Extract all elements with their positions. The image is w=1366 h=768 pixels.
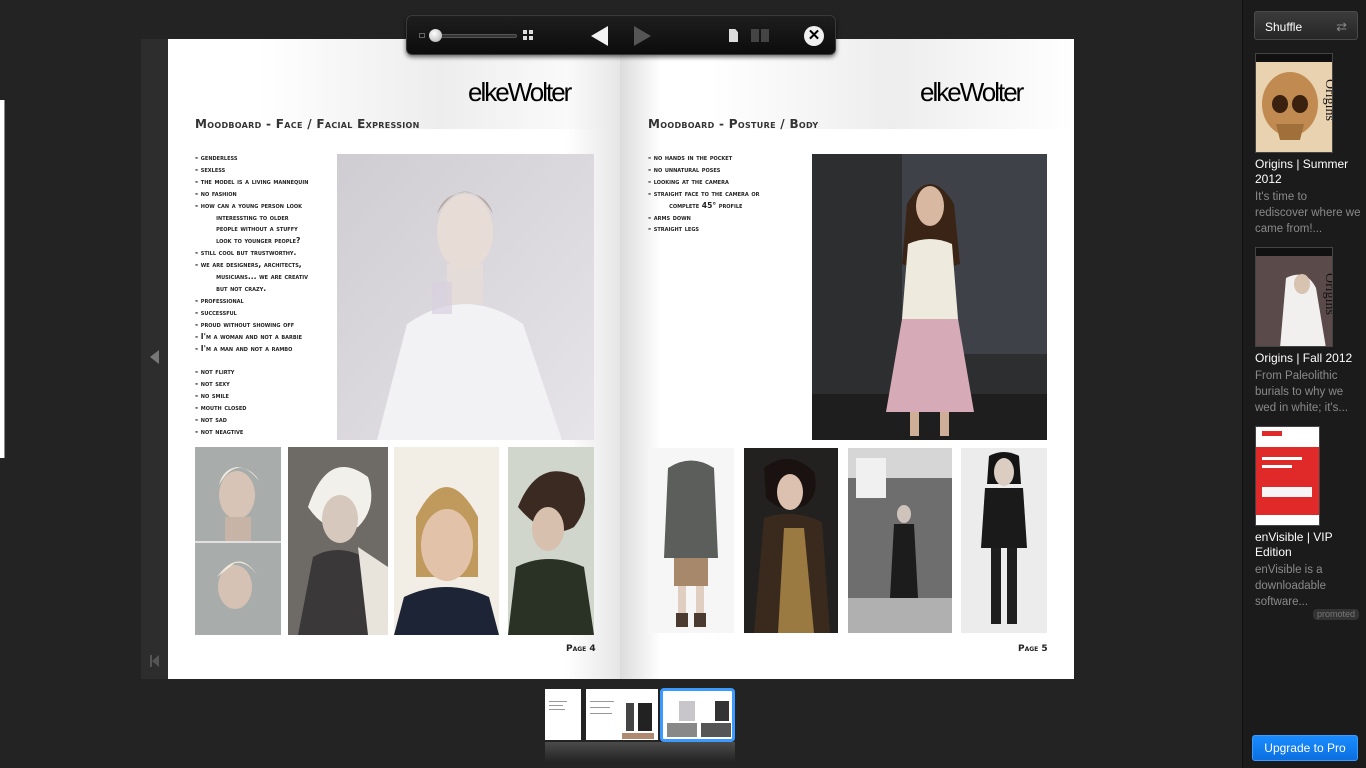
close-button[interactable]: ✕ [804, 26, 824, 46]
publication-title: enVisible | VIP Edition [1255, 530, 1333, 559]
bullet-item: - not sad [195, 414, 227, 424]
coat-photo [648, 448, 734, 633]
related-publications-sidebar: Shuffle ⇄ Origins Origins | Summer 2012 … [1242, 0, 1366, 768]
svg-text:Origins: Origins [1322, 273, 1333, 315]
publication-description: enVisible is a downloadable software... [1255, 564, 1326, 608]
bullet-item: - I'm a woman and not a barbie [195, 331, 302, 341]
model-photo [508, 447, 594, 635]
page-thumbnail-active[interactable] [660, 688, 735, 742]
page-logo: elkeWolter [468, 77, 572, 107]
publication-cover: Origins [1255, 247, 1333, 347]
bullet-item: - the model is a living mannequin [195, 176, 309, 186]
previous-document-edge [0, 100, 5, 458]
black-outfit-photo [961, 448, 1047, 633]
promoted-badge: promoted [1313, 609, 1360, 620]
bullet-item: interessting to older [195, 212, 289, 222]
bullet-item: - no smile [195, 391, 229, 401]
zoom-in-icon[interactable] [523, 30, 534, 41]
bullet-item: - sexless [195, 164, 226, 174]
portrait-photo [337, 154, 594, 440]
publication-title: Origins | Fall 2012 [1255, 351, 1353, 365]
street-photo [848, 448, 952, 633]
single-page-view-icon[interactable] [729, 29, 738, 42]
bullet-item: - how can a young person look [195, 200, 302, 210]
publication-cover [1255, 426, 1320, 526]
shuffle-button[interactable]: Shuffle ⇄ [1254, 11, 1358, 40]
page-logo: elkeWolter [920, 77, 1024, 107]
svg-text:Origins: Origins [1322, 79, 1333, 121]
page-left: elkeWolter Moodboard - Face / Facial Exp… [168, 39, 620, 679]
bullet-item: - proud without showing off [195, 319, 295, 329]
bullet-item: - no fashion [195, 188, 237, 198]
bullet-item: - not neagtive [195, 426, 244, 436]
page-title: Moodboard - Face / Facial Expression [195, 117, 420, 131]
model-photo [394, 447, 499, 635]
bullet-item [195, 354, 308, 366]
evening-dress-photo [744, 448, 838, 633]
page-number: Page 4 [566, 644, 596, 654]
bullet-item: - not flirty [195, 367, 235, 377]
model-full-body-photo [812, 154, 1047, 440]
upgrade-to-pro-button[interactable]: Upgrade to Pro [1252, 735, 1358, 761]
double-page-view-icon[interactable] [751, 29, 769, 42]
publication-card[interactable]: Origins Origins | Summer 2012 It's time … [1255, 53, 1363, 237]
page-number: Page 5 [1018, 644, 1048, 654]
first-page-icon[interactable] [150, 655, 160, 667]
bullet-item: - successful [195, 307, 237, 317]
previous-page-button[interactable] [591, 26, 608, 46]
publication-description: It's time to rediscover where we came fr… [1255, 191, 1361, 235]
model-photo [288, 447, 388, 635]
book-nav-strip [141, 39, 168, 679]
page-right: elkeWolter Moodboard - Posture / Body - … [620, 39, 1074, 679]
previous-page-arrow-icon[interactable] [150, 350, 159, 364]
bullet-item: - we are designers, architects, [195, 260, 302, 270]
page-title: Moodboard - Posture / Body [648, 117, 819, 131]
publication-description: From Paleolithic burials to why we wed i… [1255, 370, 1348, 414]
bullet-item: - professional [195, 295, 244, 305]
bullet-item: - arms down [648, 212, 691, 222]
publication-card[interactable]: Origins Origins | Fall 2012 From Paleoli… [1255, 247, 1363, 416]
bullet-item: - no hands in the pocket [648, 153, 733, 162]
zoom-slider-knob[interactable] [429, 29, 442, 42]
bullet-item: - looking at the camera [648, 176, 729, 186]
bullet-item: - straight legs [648, 224, 700, 234]
bullet-item: - still cool but trustworthy. [195, 248, 297, 258]
bullet-list: - genderless - sexless - the model is a li… [195, 152, 308, 438]
shuffle-label: Shuffle [1265, 20, 1303, 34]
bullet-item: people without a stuffy [195, 224, 298, 234]
flipbook: elkeWolter Moodboard - Face / Facial Exp… [141, 39, 1074, 679]
bullet-item: look to younger people? [195, 236, 301, 246]
bullet-item: - genderless [195, 153, 238, 162]
model-photo [195, 447, 281, 635]
bullet-item: - I'm a man and not a rambo [195, 343, 293, 353]
publication-title: Origins | Summer 2012 [1255, 157, 1349, 186]
bullet-item: but not crazy. [195, 283, 267, 293]
page-thumbnail[interactable] [545, 689, 581, 740]
page-thumbnail[interactable] [586, 689, 658, 740]
publication-card[interactable]: enVisible | VIP Edition enVisible is a d… [1255, 426, 1363, 610]
next-page-button[interactable] [634, 26, 651, 46]
zoom-slider[interactable] [431, 34, 517, 38]
bullet-item: - no unnatural poses [648, 164, 721, 174]
bullet-item: - not sexy [195, 379, 230, 389]
publication-cover: Origins [1255, 53, 1333, 153]
shuffle-icon: ⇄ [1336, 19, 1347, 34]
bullet-item: complete 45° profile [648, 200, 743, 210]
bullet-item: - mouth closed [195, 403, 247, 413]
viewer-toolbar: ✕ [406, 15, 836, 55]
zoom-out-icon[interactable] [419, 33, 425, 38]
bullet-list: - no hands in the pocket - no unnatural p… [648, 152, 760, 235]
bullet-item: - straight face to the camera or [648, 188, 760, 198]
bullet-item: musicians... we are creativ [195, 272, 309, 282]
